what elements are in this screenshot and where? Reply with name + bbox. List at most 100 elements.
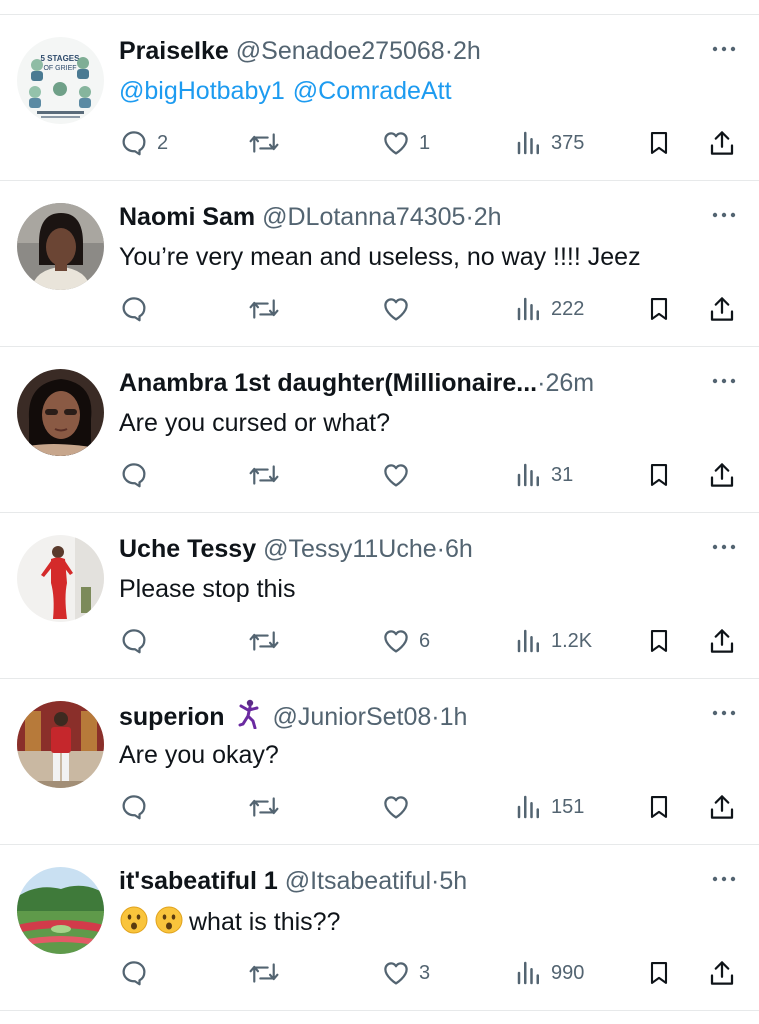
retweet-icon: [249, 963, 279, 983]
more-icon[interactable]: [709, 869, 739, 889]
display-name[interactable]: it'sabeatiful 1: [119, 867, 278, 895]
avatar[interactable]: [17, 701, 104, 788]
like-button[interactable]: [381, 789, 419, 825]
like-button[interactable]: 3: [381, 955, 430, 991]
retweet-button[interactable]: [247, 291, 289, 327]
tweet-actions: 2 1 375: [119, 125, 739, 161]
tweet-actions: 151: [119, 789, 739, 825]
reply-button[interactable]: [119, 789, 157, 825]
timestamp[interactable]: 2h: [474, 203, 502, 231]
avatar[interactable]: [17, 867, 104, 954]
like-button[interactable]: 6: [381, 623, 430, 659]
reply-button[interactable]: [119, 955, 157, 991]
views-button[interactable]: 1.2K: [515, 623, 592, 659]
view-count: 151: [551, 795, 585, 818]
tweet-header: Naomi Sam @DLotanna74305·2h: [119, 201, 689, 233]
bookmark-icon: [650, 962, 668, 984]
mention-link[interactable]: @bigHotbaby1: [119, 77, 285, 105]
more-icon[interactable]: [709, 39, 739, 59]
tweet-header: Uche Tessy @Tessy11Uche·6h: [119, 533, 689, 565]
share-button[interactable]: [707, 955, 737, 991]
bookmark-button[interactable]: [645, 291, 673, 327]
views-button[interactable]: 151: [515, 789, 584, 825]
like-count: 6: [419, 629, 431, 652]
heart-icon: [384, 796, 408, 819]
avatar[interactable]: [17, 203, 104, 290]
timestamp[interactable]: 26m: [545, 369, 594, 397]
more-icon[interactable]: [709, 205, 739, 225]
reply-button[interactable]: [119, 457, 157, 493]
user-handle[interactable]: @DLotanna74305: [262, 203, 465, 231]
display-name[interactable]: superion: [119, 703, 225, 731]
like-button[interactable]: [381, 457, 419, 493]
bookmark-button[interactable]: [645, 789, 673, 825]
reply-icon: [122, 463, 146, 488]
user-handle[interactable]: @Senadoe275068: [236, 37, 445, 65]
tweet-actions: 222: [119, 291, 739, 327]
separator-dot: ·: [436, 535, 445, 563]
views-button[interactable]: 31: [515, 457, 573, 493]
views-button[interactable]: 990: [515, 955, 584, 991]
avatar[interactable]: [17, 535, 104, 622]
mention-link[interactable]: @ComradeAtt: [293, 77, 452, 105]
reply-button[interactable]: [119, 291, 157, 327]
timestamp[interactable]: 1h: [440, 703, 468, 731]
view-count: 1.2K: [551, 629, 593, 652]
tweet-item[interactable]: it'sabeatiful 1 @Itsabeatiful·5h what is…: [0, 845, 759, 1011]
tweet-header: Anambra 1st daughter(Millionaire...·26m: [119, 367, 689, 399]
reply-button[interactable]: 2: [119, 125, 168, 161]
more-icon[interactable]: [709, 537, 739, 557]
reply-button[interactable]: [119, 623, 157, 659]
retweet-button[interactable]: [247, 789, 289, 825]
tweet-header: it'sabeatiful 1 @Itsabeatiful·5h: [119, 865, 689, 897]
more-icon[interactable]: [709, 703, 739, 723]
share-icon: [710, 131, 734, 155]
bookmark-button[interactable]: [645, 125, 673, 161]
tweet-actions: 31: [119, 457, 739, 493]
display-name[interactable]: PraiseIke: [119, 37, 229, 65]
more-icon[interactable]: [709, 371, 739, 391]
tweet-item[interactable]: Naomi Sam @DLotanna74305·2h You’re very …: [0, 181, 759, 347]
share-icon: [710, 795, 734, 819]
share-button[interactable]: [707, 789, 737, 825]
tweet-item[interactable]: 5 STAGES OF GRIEF PraiseIke @Senadoe2750…: [0, 15, 759, 181]
views-button[interactable]: 222: [515, 291, 584, 327]
tweet-text: Are you okay?: [119, 741, 279, 769]
bookmark-icon: [650, 630, 668, 652]
tweet-item[interactable]: Anambra 1st daughter(Millionaire...·26m …: [0, 347, 759, 513]
bookmark-button[interactable]: [645, 955, 673, 991]
share-button[interactable]: [707, 623, 737, 659]
retweet-button[interactable]: [247, 457, 289, 493]
avatar[interactable]: [17, 369, 104, 456]
retweet-button[interactable]: [247, 623, 289, 659]
timestamp[interactable]: 5h: [439, 867, 467, 895]
reply-icon: [122, 297, 146, 322]
display-name[interactable]: Anambra 1st daughter(Millionaire...: [119, 369, 537, 397]
share-button[interactable]: [707, 457, 737, 493]
share-button[interactable]: [707, 125, 737, 161]
user-handle[interactable]: @Itsabeatiful: [285, 867, 431, 895]
avatar[interactable]: 5 STAGES OF GRIEF: [17, 37, 104, 124]
share-button[interactable]: [707, 291, 737, 327]
like-button[interactable]: 1: [381, 125, 430, 161]
display-name[interactable]: Naomi Sam: [119, 203, 255, 231]
retweet-button[interactable]: [247, 955, 289, 991]
bookmark-button[interactable]: [645, 457, 673, 493]
heart-icon: [384, 298, 408, 321]
display-name[interactable]: Uche Tessy: [119, 535, 256, 563]
bookmark-button[interactable]: [645, 623, 673, 659]
bookmark-icon: [650, 298, 668, 320]
tweet-header: superion @JuniorSet08·1h: [119, 699, 689, 737]
timestamp[interactable]: 6h: [445, 535, 473, 563]
retweet-button[interactable]: [247, 125, 289, 161]
user-handle[interactable]: @JuniorSet08: [272, 703, 431, 731]
heart-icon: [384, 962, 408, 985]
reply-icon: [122, 131, 146, 156]
like-button[interactable]: [381, 291, 419, 327]
tweet-item[interactable]: superion @JuniorSet08·1h Are you okay? 1…: [0, 679, 759, 845]
views-button[interactable]: 375: [515, 125, 584, 161]
timestamp[interactable]: 2h: [453, 37, 481, 65]
user-handle[interactable]: @Tessy11Uche: [263, 535, 437, 563]
tweet-item[interactable]: Uche Tessy @Tessy11Uche·6h Please stop t…: [0, 513, 759, 679]
dancing-figure-emoji: [236, 699, 262, 737]
